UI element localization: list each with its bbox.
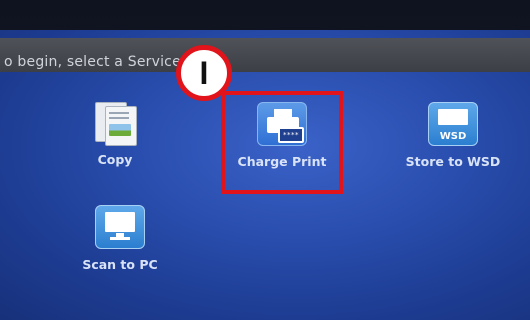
service-scan-to-pc-label: Scan to PC <box>82 257 158 272</box>
step-number: I <box>199 54 209 91</box>
step-number-badge: I <box>176 45 232 101</box>
instruction-bar: o begin, select a Service. <box>0 38 530 72</box>
monitor-wsd-icon: WSD <box>428 102 478 146</box>
service-scan-to-pc[interactable]: Scan to PC <box>65 205 175 272</box>
service-copy-label: Copy <box>97 152 133 167</box>
instruction-text: o begin, select a Service. <box>4 54 186 70</box>
monitor-icon <box>95 205 145 249</box>
service-store-to-wsd[interactable]: WSD Store to WSD <box>398 102 508 169</box>
copy-document-icon <box>91 102 139 146</box>
wsd-icon-text: WSD <box>439 131 467 142</box>
service-store-to-wsd-label: Store to WSD <box>405 154 501 169</box>
charge-print-highlight-box <box>221 91 343 194</box>
service-copy[interactable]: Copy <box>60 102 170 167</box>
